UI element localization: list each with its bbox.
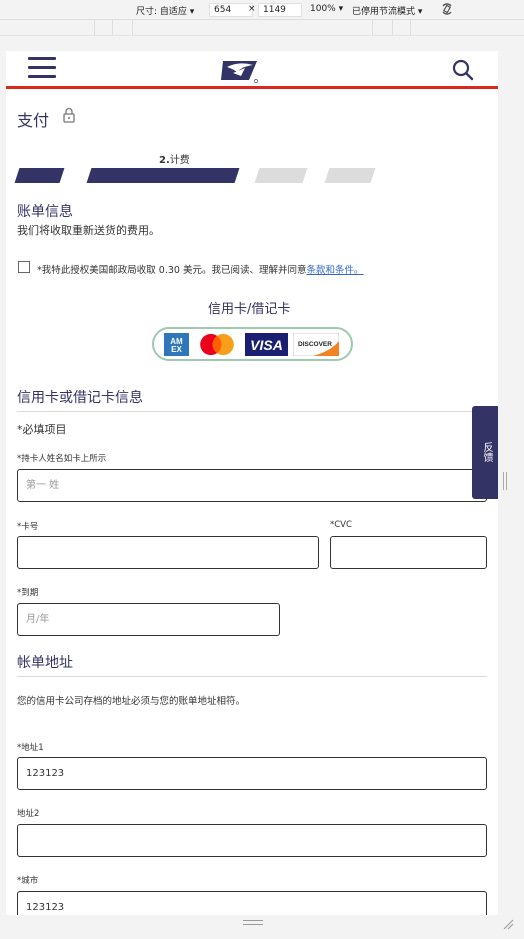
cvc-input[interactable] [330,536,487,569]
devtools-toolbar: 尺寸: 自适应 ▾ 654 × 1149 100% ▾ 已停用节流模式 ▾ [0,0,524,20]
card-info-divider [17,411,487,412]
progress-step-4 [324,168,376,183]
hamburger-menu-icon[interactable] [28,57,56,79]
card-info-heading: 信用卡或借记卡信息 [17,390,143,406]
expiry-label: *到期 [17,588,39,598]
address-divider [17,676,487,677]
address2-input[interactable] [17,824,487,857]
visa-logo: VISA [245,333,288,356]
side-resize-handle[interactable] [503,472,507,490]
search-icon[interactable] [451,58,475,82]
lock-icon [63,107,75,123]
required-note: *必填项目 [17,423,67,436]
card-number-input[interactable] [17,536,319,569]
throttle-dropdown[interactable]: 已停用节流模式 ▾ [352,4,422,17]
feedback-tab[interactable]: 反馈 [472,406,498,499]
throttle-label: 已停用节流模式 [352,7,416,17]
accepted-cards: AM EX VISA DISCOVER [152,327,353,361]
bottom-resize-handle[interactable] [243,920,263,925]
cards-heading: 信用卡/借记卡 [208,302,291,317]
devtools-bottom-bar [0,915,524,939]
page-title: 支付 [17,111,50,130]
cardholder-name-input[interactable]: 第一 姓 [17,469,487,502]
rotate-icon[interactable] [440,2,454,16]
resize-corner-icon[interactable] [502,918,514,930]
height-input[interactable]: 1149 [258,3,302,17]
progress-step-2 [86,168,240,183]
step-number: 2. [159,155,170,166]
card-number-label: *卡号 [17,522,39,532]
terms-link[interactable]: 条款和条件。 [306,265,363,276]
city-input[interactable]: 123123 [17,891,487,915]
width-input[interactable]: 654 [209,3,253,17]
cardholder-label: *持卡人姓名如卡上所示 [17,454,107,464]
site-header [6,51,498,89]
address2-label: 地址2 [17,809,40,819]
size-dropdown[interactable]: 尺寸: 自适应 ▾ [136,4,194,17]
billing-heading: 账单信息 [17,204,73,220]
city-label: *城市 [17,876,39,886]
consent-text: *我特此授权美国邮政局收取 0.30 美元。我已阅读、理解并同意条款和条件。 [37,262,363,276]
address1-label: *地址1 [17,743,44,753]
zoom-dropdown[interactable]: 100% ▾ [310,4,343,14]
consent-checkbox[interactable] [18,261,30,273]
zoom-label: 100% [310,4,336,14]
svg-text:EX: EX [171,345,182,354]
svg-text:VISA: VISA [250,337,283,353]
expiry-input[interactable]: 月/年 [17,603,280,636]
devtools-ruler [0,20,524,36]
address1-input[interactable]: 123123 [17,757,487,790]
progress-steps [14,168,376,183]
address-note: 您的信用卡公司存档的地址必须与您的账单地址相符。 [17,696,246,707]
progress-step-1 [14,168,65,183]
step-label: 2.计费 [159,151,190,166]
discover-logo: DISCOVER [293,333,339,356]
page-viewport: 支付 2.计费 账单信息 我们将收取重新送货的费用。 *我特此授权美国邮政局收取… [6,51,498,915]
consent-body: *我特此授权美国邮政局收取 0.30 美元。我已阅读、理解并同意 [37,265,307,276]
times-sign: × [248,4,256,14]
size-label: 尺寸: 自适应 [136,7,187,17]
billing-subtext: 我们将收取重新送货的费用。 [17,224,160,237]
cvc-label: *CVC [330,520,352,530]
usps-eagle-logo[interactable] [219,58,259,84]
address-heading: 帐单地址 [17,655,73,671]
svg-text:DISCOVER: DISCOVER [298,341,332,348]
amex-logo: AM EX [164,333,189,356]
step-name: 计费 [169,155,190,166]
feedback-label: 反馈 [481,442,492,462]
progress-step-3 [254,168,308,183]
mastercard-logo [200,333,234,356]
